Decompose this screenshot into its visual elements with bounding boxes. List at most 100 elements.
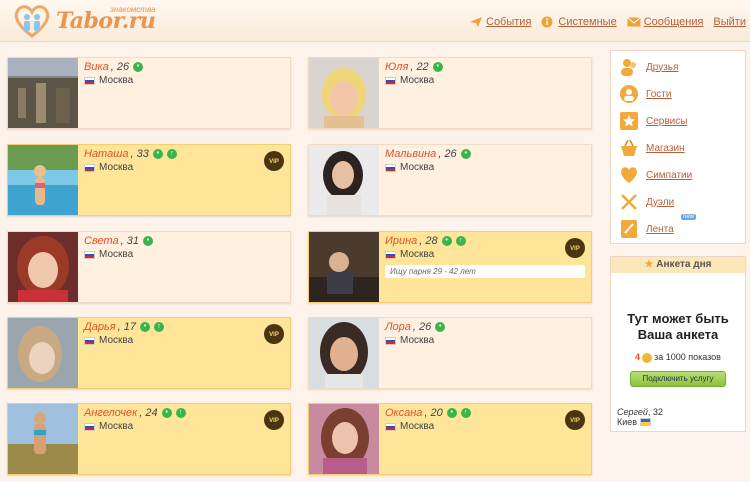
profile-city: Москва: [400, 162, 435, 173]
sidebar-item-label[interactable]: Сервисы: [646, 116, 687, 127]
profile-age: , 31: [120, 235, 139, 247]
logo-text: знакомства Tabor.ru: [56, 5, 156, 34]
price-text: за 1000 показов: [654, 352, 721, 362]
profile-name[interactable]: Дарья: [84, 321, 116, 333]
top-nav: События Системные Сообщения Выйти: [469, 16, 746, 28]
vip-crown-icon: VIP: [565, 410, 585, 430]
profile-age: , 26: [110, 61, 130, 73]
profile-name[interactable]: Мальвина: [385, 148, 436, 160]
profile-card[interactable]: Юля, 22 • Москва: [308, 57, 592, 129]
sidebar-item-likes[interactable]: Симпатии: [619, 165, 692, 185]
user-age: , 32: [647, 407, 663, 417]
profile-age: , 33: [130, 148, 149, 160]
profile-card[interactable]: Мальвина, 26 • Москва: [308, 144, 592, 216]
profile-photo[interactable]: [309, 404, 379, 474]
profile-photo[interactable]: [8, 58, 78, 128]
online-icon: •: [152, 149, 163, 159]
profile-info: Ангелочек, 24 • ↑ Москва: [84, 407, 286, 432]
nav-system[interactable]: Системные: [541, 16, 617, 28]
sidebar-item-label[interactable]: Гости: [646, 89, 671, 100]
profile-name[interactable]: Лора: [385, 321, 411, 333]
nav-messages-link[interactable]: Сообщения: [644, 16, 704, 28]
online-icon: •: [133, 62, 144, 72]
nav-messages[interactable]: Сообщения: [626, 16, 704, 28]
profile-info: Оксана, 20 • ↑ Москва: [385, 407, 587, 432]
coin-icon: [642, 352, 653, 363]
profile-age: , 17: [117, 321, 137, 333]
profile-photo[interactable]: [8, 318, 78, 388]
profile-city: Москва: [99, 75, 134, 86]
sidebar-item-services[interactable]: Сервисы: [619, 111, 687, 131]
sidebar-item-shop[interactable]: Магазин: [619, 138, 685, 158]
online-icon: •: [435, 322, 446, 332]
site-logo[interactable]: знакомства Tabor.ru: [12, 4, 156, 38]
profile-name[interactable]: Ангелочек: [84, 407, 137, 419]
russia-flag-icon: [385, 163, 396, 172]
up-arrow-icon: ↑: [460, 408, 471, 418]
nav-events-link[interactable]: События: [486, 16, 531, 28]
profile-photo[interactable]: [8, 232, 78, 302]
profile-photo[interactable]: [8, 404, 78, 474]
profile-photo[interactable]: [309, 145, 379, 215]
promo-title: Тут может быть Ваша анкета: [611, 311, 745, 343]
profile-age: , 20: [424, 407, 443, 419]
sidebar-item-duels[interactable]: Дуэли: [619, 192, 674, 212]
profile-photo[interactable]: [8, 145, 78, 215]
profile-status-text: Ищу парня 29 - 42 лет: [385, 265, 585, 278]
up-arrow-icon: ↑: [455, 236, 466, 246]
nav-system-link[interactable]: Системные: [558, 16, 616, 28]
connect-service-button[interactable]: Подключить услугу: [630, 370, 726, 387]
profile-photo[interactable]: [309, 58, 379, 128]
vip-crown-icon: VIP: [264, 410, 284, 430]
sidebar-item-label[interactable]: Симпатии: [646, 170, 692, 181]
feed-icon: [621, 220, 637, 238]
profile-card[interactable]: Наташа, 33 • ↑ Москва VIP: [7, 144, 291, 216]
sidebar-item-guests[interactable]: Гости: [619, 84, 671, 104]
user-name[interactable]: Сергей: [617, 407, 648, 417]
vip-crown-icon: VIP: [264, 151, 284, 171]
profile-age: , 22: [410, 61, 429, 73]
profile-age: , 28: [419, 235, 438, 247]
profile-city: Москва: [99, 162, 134, 173]
profile-name[interactable]: Оксана: [385, 407, 422, 419]
sidebar-item-label[interactable]: Лента: [646, 224, 674, 235]
profile-name[interactable]: Юля: [385, 61, 408, 73]
profile-name[interactable]: Света: [84, 235, 119, 247]
online-icon: •: [432, 62, 443, 72]
nav-logout-link[interactable]: Выйти: [713, 16, 746, 28]
heart-logo-icon: [14, 5, 50, 38]
profile-card[interactable]: Лора, 26 • Москва: [308, 317, 592, 389]
new-badge: new: [681, 214, 697, 220]
profile-name[interactable]: Ирина: [385, 235, 417, 247]
profile-card[interactable]: Дарья, 17 • ↑ Москва VIP: [7, 317, 291, 389]
nav-logout[interactable]: Выйти: [713, 16, 746, 28]
profile-photo[interactable]: [309, 318, 379, 388]
up-arrow-icon: ↑: [154, 322, 165, 332]
russia-flag-icon: [84, 76, 95, 85]
profile-card[interactable]: Вика, 26 • Москва: [7, 57, 291, 129]
sidebar-item-label[interactable]: Друзья: [646, 62, 678, 73]
sidebar-item-friends[interactable]: Друзья: [619, 57, 678, 77]
profile-card[interactable]: Ирина, 28 • ↑ Москва Ищу парня 29 - 42 л…: [308, 231, 592, 303]
profile-info: Мальвина, 26 • Москва: [385, 148, 587, 173]
guests-icon: [620, 85, 638, 103]
profile-card[interactable]: Ангелочек, 24 • ↑ Москва VIP: [7, 403, 291, 475]
profile-name[interactable]: Вика: [84, 61, 109, 73]
envelope-icon: [626, 17, 641, 27]
nav-events[interactable]: События: [469, 16, 531, 28]
profile-card[interactable]: Света, 31 • Москва: [7, 231, 291, 303]
sidebar-item-feed[interactable]: Лента new: [619, 214, 697, 239]
profile-name[interactable]: Наташа: [84, 148, 128, 160]
profile-card[interactable]: Оксана, 20 • ↑ Москва VIP: [308, 403, 592, 475]
profile-photo[interactable]: [309, 232, 379, 302]
swords-icon: [621, 194, 637, 210]
russia-flag-icon: [84, 422, 95, 431]
top-header: знакомства Tabor.ru События Системные Со…: [0, 0, 750, 42]
friends-icon: [621, 59, 636, 76]
profile-of-day: ★ Анкета дня Тут может быть Ваша анкета …: [610, 256, 746, 432]
paper-plane-icon: [470, 17, 482, 27]
russia-flag-icon: [84, 336, 95, 345]
sidebar-item-label[interactable]: Дуэли: [646, 197, 674, 208]
sidebar-item-label[interactable]: Магазин: [646, 143, 685, 154]
profile-of-day-user[interactable]: Сергей, 32 Киев: [617, 407, 663, 427]
